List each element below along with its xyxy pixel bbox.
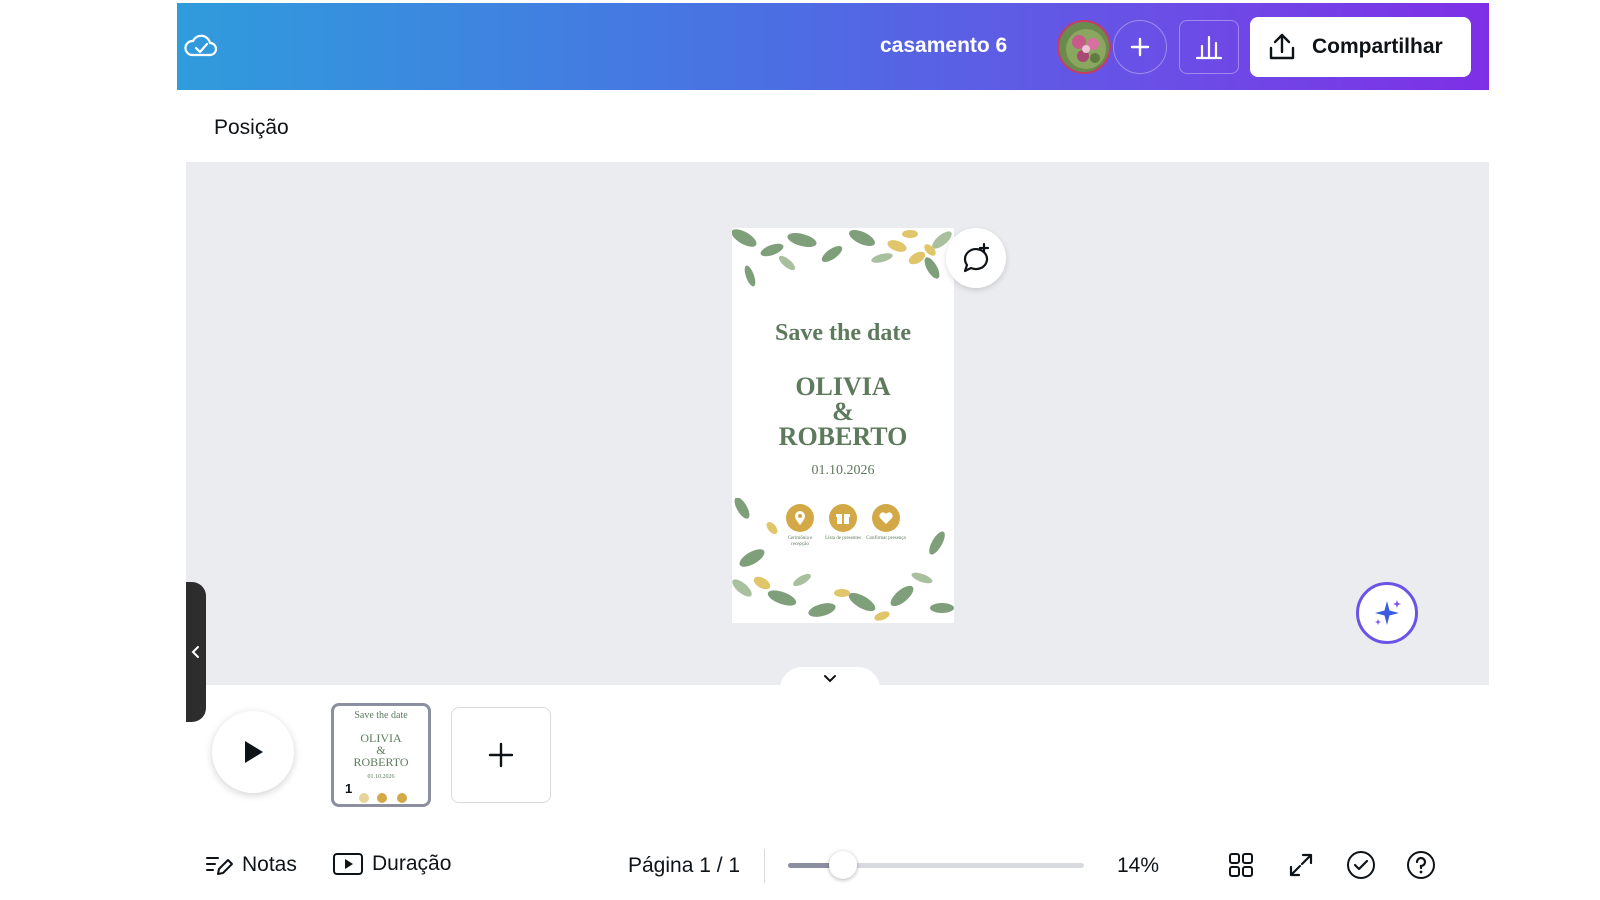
add-page-button[interactable] [451,707,551,803]
plus-icon [1130,37,1150,57]
top-bar: casamento 6 Compartilhar [177,3,1489,90]
thumbnail-date: 01.10.2026 [367,774,395,780]
context-toolbar: Posição [186,90,1489,162]
foliage-bottom-decoration [732,498,954,621]
grid-icon [1229,853,1253,877]
help-icon [1407,851,1435,879]
collapse-pages-button[interactable] [780,667,880,689]
help-button[interactable] [1403,847,1439,883]
notes-icon [206,857,233,875]
add-comment-button[interactable] [946,228,1006,288]
foliage-top-decoration [732,229,952,287]
design-date[interactable]: 01.10.2026 [732,463,954,479]
zoom-slider[interactable] [788,851,1084,879]
cloud-saved-icon[interactable] [183,31,219,61]
zoom-slider-handle[interactable] [829,851,858,879]
footer-bar: Notas Duração Página 1 / 1 14% [186,841,1489,891]
footer-divider [764,849,765,883]
bar-chart-icon [1195,35,1223,60]
position-button[interactable]: Posição [214,116,289,140]
page-number: 1 [345,781,353,796]
thumbnail-name-two: ROBERTO [353,755,409,769]
add-collaborator-button[interactable] [1113,20,1167,74]
grid-view-button[interactable] [1223,847,1259,883]
page-thumbnail[interactable]: Save the date OLIVIA & ROBERTO 01.10.202… [331,703,431,807]
canvas-area: Save the date OLIVIA & ROBERTO 01.10.202… [186,162,1489,722]
chevron-left-icon [191,646,199,658]
video-icon [333,853,363,875]
expand-icon [1289,853,1313,877]
name-one: OLIVIA [795,372,891,401]
ampersand: & [832,397,854,426]
fullscreen-button[interactable] [1283,847,1319,883]
collapse-side-panel-button[interactable] [186,582,206,722]
check-circle-icon [1347,851,1375,879]
plus-icon [488,742,514,768]
name-two: ROBERTO [778,422,908,451]
thumbnail-heading: Save the date [354,710,408,721]
design-names[interactable]: OLIVIA & ROBERTO [732,372,954,451]
duration-label: Duração [372,852,452,875]
magic-assistant-button[interactable] [1356,582,1418,644]
upload-icon [1269,33,1295,60]
editor-window: casamento 6 Compartilhar Posição Save th… [177,3,1489,900]
share-label: Compartilhar [1312,35,1443,58]
thumbnail-names: OLIVIA & ROBERTO [334,732,428,768]
zoom-level[interactable]: 14% [1117,854,1159,878]
design-page[interactable]: Save the date OLIVIA & ROBERTO 01.10.202… [732,228,954,623]
sparkles-icon [1375,600,1401,625]
design-title[interactable]: casamento 6 [880,34,1007,58]
chevron-down-icon [824,675,836,683]
notes-button[interactable]: Notas [204,851,297,879]
user-avatar[interactable] [1057,20,1111,74]
play-button[interactable] [212,711,294,793]
play-icon [245,741,263,763]
comment-add-icon [963,242,990,273]
design-heading[interactable]: Save the date [732,320,954,347]
page-indicator[interactable]: Página 1 / 1 [628,854,740,878]
check-button[interactable] [1343,847,1379,883]
share-button[interactable]: Compartilhar [1250,17,1471,77]
notes-label: Notas [242,853,297,876]
duration-button[interactable]: Duração [332,851,451,877]
insights-button[interactable] [1179,20,1239,74]
